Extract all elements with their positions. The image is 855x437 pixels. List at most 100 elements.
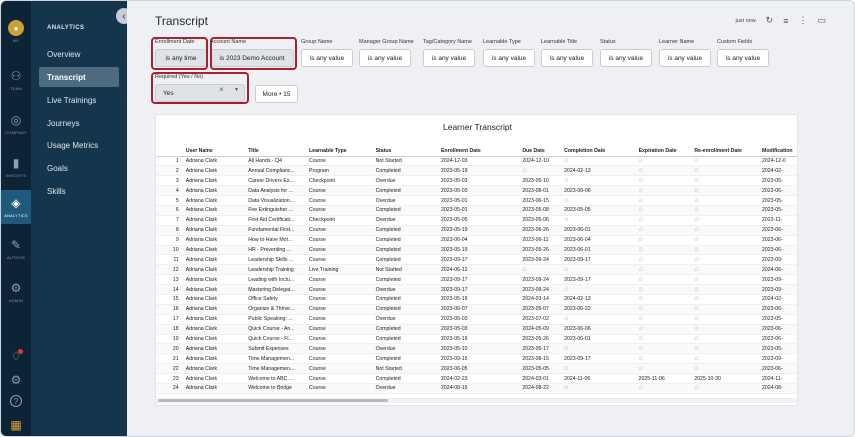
table-cell: 2023-05-19 — [437, 245, 520, 256]
table-row[interactable]: 20 Adriana Clark Submit Expenses Course Over… — [156, 343, 797, 355]
rail-settings-gear-button[interactable]: ⚙ — [1, 372, 31, 388]
column-header[interactable] — [156, 146, 183, 157]
filter-icon[interactable]: ≡ — [783, 16, 788, 26]
rail-notification-bell-button[interactable]: ♢ — [1, 348, 31, 364]
rail-item-insights[interactable]: ▮ INSIGHTS — [1, 150, 31, 184]
table-cell: ∅ — [561, 264, 636, 276]
filter-value-button[interactable]: is any value — [423, 49, 475, 67]
table-cell: ∅ — [691, 225, 760, 236]
nav-item-usage-metrics[interactable]: Usage Metrics — [39, 135, 119, 155]
table-cell: ∅ — [635, 185, 692, 197]
column-header[interactable]: Modification — [759, 146, 797, 157]
transcript-table-wrapper[interactable]: User Name Title Learnable Type Status Enroll… — [156, 146, 797, 396]
column-header[interactable]: Expiration Date — [635, 146, 692, 157]
rail-help-button[interactable]: ? — [1, 395, 31, 407]
refresh-icon[interactable]: ↻ — [766, 15, 774, 26]
table-cell: Quick Course - Fi... — [245, 334, 307, 345]
table-cell: 2023-05-03 — [437, 324, 520, 335]
column-header[interactable]: Completion Date — [561, 146, 636, 157]
table-cell: Completed — [372, 235, 438, 246]
highlight-box-account-name — [210, 37, 297, 70]
table-cell: Overdue — [372, 383, 438, 394]
table-cell: Adriana Clark — [182, 334, 246, 345]
table-row[interactable]: 5 Adriana Clark Data Visualization... Cours… — [156, 195, 797, 206]
table-cell: Adriana Clark — [182, 274, 246, 286]
table-row[interactable]: 13 Adriana Clark Leading with Inclu... Cour… — [156, 274, 797, 286]
table-cell: Completed — [372, 205, 438, 216]
table-row[interactable]: 9 Adriana Clark How to Have Mor... Course Co… — [156, 235, 797, 246]
nav-item-journeys[interactable]: Journeys — [39, 113, 119, 133]
page-title: Transcript — [155, 14, 208, 28]
table-cell: ∅ — [635, 314, 692, 325]
table-row[interactable]: 6 Adriana Clark Fire Extinguisher ... Cours… — [156, 205, 797, 216]
nav-item-skills[interactable]: Skills — [39, 181, 119, 201]
table-cell: ∅ — [691, 254, 760, 266]
filter-value-button[interactable]: is any value — [717, 49, 769, 67]
column-header[interactable]: Re-enrollment Date — [691, 146, 760, 157]
filter-label: Learner Name — [659, 39, 695, 45]
table-row[interactable]: 4 Adriana Clark Data Analysis for ... Cours… — [156, 185, 797, 197]
column-header[interactable]: Title — [245, 146, 307, 157]
column-header[interactable]: Status — [372, 146, 438, 157]
table-row[interactable]: 15 Adriana Clark Office Safety Course Comple… — [156, 294, 797, 305]
filter-value-button[interactable]: is any value — [483, 49, 535, 67]
nav-item-live-trainings[interactable]: Live Trainings — [39, 90, 119, 110]
table-row[interactable]: 7 Adriana Clark First Aid Certificati... Ch… — [156, 215, 797, 226]
filter-value-button[interactable]: is any value — [541, 49, 593, 67]
more-filters-button[interactable]: More • 15 — [255, 85, 298, 103]
table-row[interactable]: 16 Adriana Clark Organize & Thrive... Cours… — [156, 304, 797, 315]
rail-item-author[interactable]: ✎ AUTHOR — [1, 232, 31, 266]
nav-item-transcript[interactable]: Transcript — [39, 67, 119, 87]
table-cell: Course — [306, 324, 373, 335]
filter-label: Learnable Type — [483, 39, 521, 45]
table-row[interactable]: 19 Adriana Clark Quick Course - Fi... Cours… — [156, 334, 797, 345]
filter-learner-name: Learner Name is any value — [659, 39, 711, 67]
column-header[interactable]: Due Date — [519, 146, 562, 157]
horizontal-scrollbar[interactable] — [156, 398, 797, 403]
rail-item-admin[interactable]: ⚙ ADMIN — [1, 275, 31, 309]
rail-item-me[interactable]: ● ME — [1, 15, 31, 49]
table-cell: 2024-06- — [759, 264, 797, 276]
table-cell: Course — [306, 334, 373, 345]
table-row[interactable]: 21 Adriana Clark Time Managemen... Course Co… — [156, 353, 797, 365]
table-row[interactable]: 17 Adriana Clark Public Speaking: ... Cours… — [156, 314, 797, 325]
filter-value-button[interactable]: is any value — [600, 49, 652, 67]
table-cell: Fundamental First... — [245, 225, 307, 236]
rail-item-company[interactable]: ◎ COMPANY — [1, 107, 31, 141]
table-cell: 2023-05-10 — [519, 175, 562, 187]
table-cell: Not Started — [372, 363, 438, 375]
table-row[interactable]: 1 Adriana Clark All Hands - Q4 Course Not St… — [156, 156, 797, 167]
table-row[interactable]: 11 Adriana Clark Leadership Skills ... Cour… — [156, 254, 797, 266]
table-cell: Overdue — [372, 175, 438, 187]
table-row[interactable]: 22 Adriana Clark Time Managemen... Course No… — [156, 363, 797, 375]
column-header[interactable]: Enrollment Date — [437, 146, 520, 157]
filter-value-button[interactable]: is any value — [359, 49, 411, 67]
rail-item-team[interactable]: ⚇ TEAM — [1, 63, 31, 97]
more-icon[interactable]: ⋮ — [798, 15, 807, 26]
filter-value-button[interactable]: is any value — [301, 49, 353, 67]
table-row[interactable]: 23 Adriana Clark Welcome to ABC ... Course C… — [156, 373, 797, 384]
column-header[interactable]: Learnable Type — [306, 146, 373, 157]
column-header[interactable]: User Name — [182, 146, 246, 157]
filter-value-button[interactable]: is any value — [659, 49, 711, 67]
table-cell: 2023-05-26 — [519, 334, 562, 345]
table-cell: Time Managemen... — [245, 353, 307, 365]
table-row[interactable]: 14 Adriana Clark Mastering Delegat... Cours… — [156, 284, 797, 295]
nav-item-overview[interactable]: Overview — [39, 44, 119, 64]
scrollbar-thumb[interactable] — [158, 399, 388, 402]
table-cell: 2023-05- — [759, 175, 797, 187]
table-row[interactable]: 8 Adriana Clark Fundamental First... Course… — [156, 225, 797, 236]
rail-item-analytics[interactable]: ◈ ANALYTICS — [1, 190, 31, 224]
table-row[interactable]: 2 Adriana Clark Annual Complianc... Program… — [156, 165, 797, 177]
table-cell: Adriana Clark — [182, 314, 246, 325]
table-row[interactable]: 3 Adriana Clark Career Drivers Ex... Checkp… — [156, 175, 797, 187]
nav-item-goals[interactable]: Goals — [39, 158, 119, 178]
table-cell: 2023-06-01 — [561, 245, 636, 256]
table-row[interactable]: 18 Adriana Clark Quick Course - An... Cours… — [156, 324, 797, 335]
table-cell: 2024-08- — [759, 383, 797, 394]
table-row[interactable]: 12 Adriana Clark Leadership Training Live T… — [156, 264, 797, 276]
folder-icon[interactable]: ▭ — [817, 15, 826, 26]
table-row[interactable]: 10 Adriana Clark HR - Preventing ... Course… — [156, 245, 797, 256]
rail-app-grid-button[interactable]: ▦ — [1, 417, 31, 433]
table-row[interactable]: 24 Adriana Clark Welcome to Bridge Course Ov… — [156, 383, 797, 394]
